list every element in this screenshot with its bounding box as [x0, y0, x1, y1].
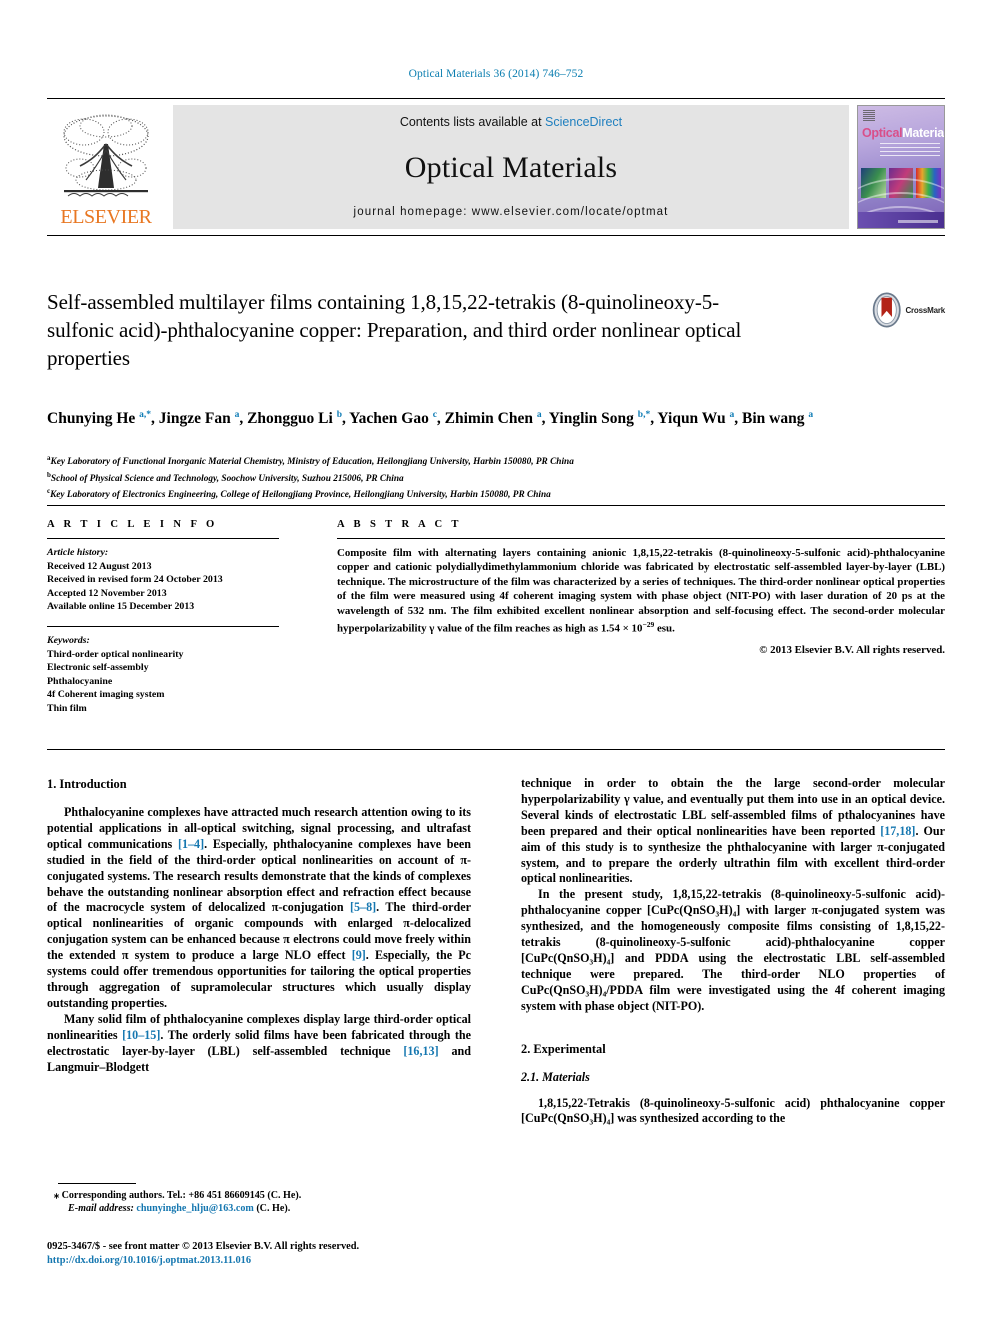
cover-title: OpticalMaterials — [862, 126, 944, 140]
right-paragraph-2: In the present study, 1,8,15,22-tetrakis… — [521, 887, 945, 1013]
article-history-block: Article history: Received 12 August 2013… — [47, 546, 279, 614]
doi-link[interactable]: http://dx.doi.org/10.1016/j.optmat.2013.… — [47, 1254, 547, 1268]
article-history-item: Received in revised form 24 October 2013 — [47, 574, 223, 586]
keywords-rule — [47, 625, 279, 627]
affiliation-b-text: School of Physical Science and Technolog… — [50, 473, 404, 484]
keyword-item: Thin film — [47, 702, 87, 714]
article-title: Self-assembled multilayer films containi… — [47, 290, 742, 370]
article-history-label: Article history: — [47, 547, 109, 558]
abstract-exponent: −29 — [642, 620, 655, 630]
email-suffix: (C. He). — [256, 1203, 291, 1215]
journal-masthead: ELSEVIER Contents lists available at Sci… — [47, 98, 945, 236]
keyword-item: Third-order optical nonlinearity — [47, 648, 184, 660]
running-head: Optical Materials 36 (2014) 746–752 — [408, 68, 584, 80]
affiliation-a-text: Key Laboratory of Functional Inorganic M… — [50, 457, 574, 468]
right-paragraph-1: technique in order to obtain the the lar… — [521, 776, 945, 887]
abstract-column: A B S T R A C T Composite film with alte… — [337, 519, 945, 656]
masthead-bottom-rule — [47, 235, 945, 236]
journal-homepage[interactable]: journal homepage: www.elsevier.com/locat… — [354, 206, 669, 218]
affiliation-b: bSchool of Physical Science and Technolo… — [47, 470, 404, 484]
crossmark-label: CrossMark — [905, 305, 945, 315]
article-info-rule — [47, 538, 279, 539]
crossmark-icon[interactable] — [871, 290, 902, 330]
keywords-block: Keywords: Third-order optical nonlineari… — [47, 634, 279, 716]
elsevier-logo: ELSEVIER — [47, 105, 165, 229]
citation-16-13[interactable]: [16,13] — [403, 1044, 438, 1058]
email-note: E-mail address: chunyinghe_hlju@163.com … — [47, 1202, 471, 1215]
abstract-rule — [337, 538, 945, 539]
citation-5-8[interactable]: [5–8] — [350, 900, 376, 914]
section-heading-introduction: 1. Introduction — [47, 777, 127, 791]
affiliation-c-text: Key Laboratory of Electronics Engineerin… — [50, 490, 551, 501]
article-history-item: Available online 15 December 2013 — [47, 601, 195, 613]
info-section-bottom-rule — [47, 749, 945, 750]
materials-paragraph: 1,8,15,22-Tetrakis (8-quinolineoxy-5-sul… — [521, 1095, 945, 1126]
article-info-heading: A R T I C L E I N F O — [47, 519, 218, 530]
contents-prefix: Contents lists available at — [399, 115, 546, 129]
elsevier-wordmark: ELSEVIER — [60, 206, 152, 228]
article-info-column: A R T I C L E I N F O Article history: R… — [47, 519, 279, 716]
body-column-right: technique in order to obtain the the lar… — [521, 776, 945, 1127]
citation-17-18[interactable]: [17,18] — [880, 824, 915, 838]
elsevier-tree-icon — [63, 114, 149, 197]
subsection-heading-materials: 2.1. Materials — [521, 1069, 590, 1084]
article-history-item: Received 12 August 2013 — [47, 560, 152, 572]
issn-copyright-line: 0925-3467/$ - see front matter © 2013 El… — [47, 1241, 360, 1252]
masthead-top-rule — [47, 98, 945, 99]
author-list: Chunying He a,*, Jingze Fan a, Zhongguo … — [47, 410, 814, 428]
cover-masthead-mark — [863, 110, 875, 122]
intro-paragraph-2: Many solid film of phthalocyanine comple… — [47, 1012, 471, 1076]
citation-10-15[interactable]: [10–15] — [122, 1028, 160, 1042]
cover-title-part1: Optical — [862, 126, 903, 140]
email-link[interactable]: chunyinghe_hlju@163.com — [136, 1203, 253, 1214]
affiliation-c: cKey Laboratory of Electronics Engineeri… — [47, 487, 551, 501]
affiliation-a: aKey Laboratory of Functional Inorganic … — [47, 454, 574, 468]
journal-title: Optical Materials — [404, 150, 618, 184]
affiliation-list: aKey Laboratory of Functional Inorganic … — [47, 452, 945, 502]
abstract-tail: esu. — [654, 622, 675, 635]
corresponding-author-text: Corresponding authors. Tel.: +86 451 866… — [61, 1190, 302, 1201]
cover-subtitle-lines — [880, 143, 940, 159]
paper-page: Optical Materials 36 (2014) 746–752 ELSE… — [0, 0, 992, 1323]
footnote-divider — [58, 1183, 136, 1184]
keyword-item: 4f Coherent imaging system — [47, 689, 165, 701]
contents-available-line: Contents lists available at ScienceDirec… — [400, 115, 622, 129]
article-history-item: Accepted 12 November 2013 — [47, 587, 167, 599]
imprint-block: 0925-3467/$ - see front matter © 2013 El… — [47, 1240, 547, 1267]
title-block: Self-assembled multilayer films containi… — [47, 288, 945, 372]
journal-cover-thumbnail: OpticalMaterials — [857, 105, 945, 229]
abstract-text: Composite film with alternating layers c… — [337, 546, 945, 636]
keywords-label: Keywords: — [47, 634, 90, 646]
abstract-main: Composite film with alternating layers c… — [337, 547, 945, 635]
journal-band: Contents lists available at ScienceDirec… — [173, 105, 849, 229]
keyword-item: Electronic self-assembly — [47, 662, 149, 674]
citation-1-4[interactable]: [1–4] — [178, 837, 204, 851]
footnote-block: ⁎ Corresponding authors. Tel.: +86 451 8… — [47, 1189, 471, 1216]
cover-title-part2: Materials — [902, 126, 944, 140]
abstract-heading: A B S T R A C T — [337, 519, 462, 530]
intro-paragraph-1: Phthalocyanine complexes have attracted … — [47, 805, 471, 1012]
abstract-copyright: © 2013 Elsevier B.V. All rights reserved… — [759, 644, 945, 657]
corresponding-author-note: ⁎ Corresponding authors. Tel.: +86 451 8… — [54, 1190, 302, 1201]
section-heading-experimental: 2. Experimental — [521, 1041, 606, 1056]
keyword-item: Phthalocyanine — [47, 675, 113, 687]
crossmark-badge-group[interactable]: CrossMark — [871, 288, 945, 332]
citation-9[interactable]: [9] — [352, 948, 366, 962]
info-section-top-rule — [47, 505, 945, 506]
body-column-left: 1. Introduction Phthalocyanine complexes… — [47, 776, 471, 1075]
cover-footer-line — [898, 220, 938, 223]
sciencedirect-link[interactable]: ScienceDirect — [545, 115, 622, 129]
email-label: E-mail address: — [68, 1203, 134, 1215]
